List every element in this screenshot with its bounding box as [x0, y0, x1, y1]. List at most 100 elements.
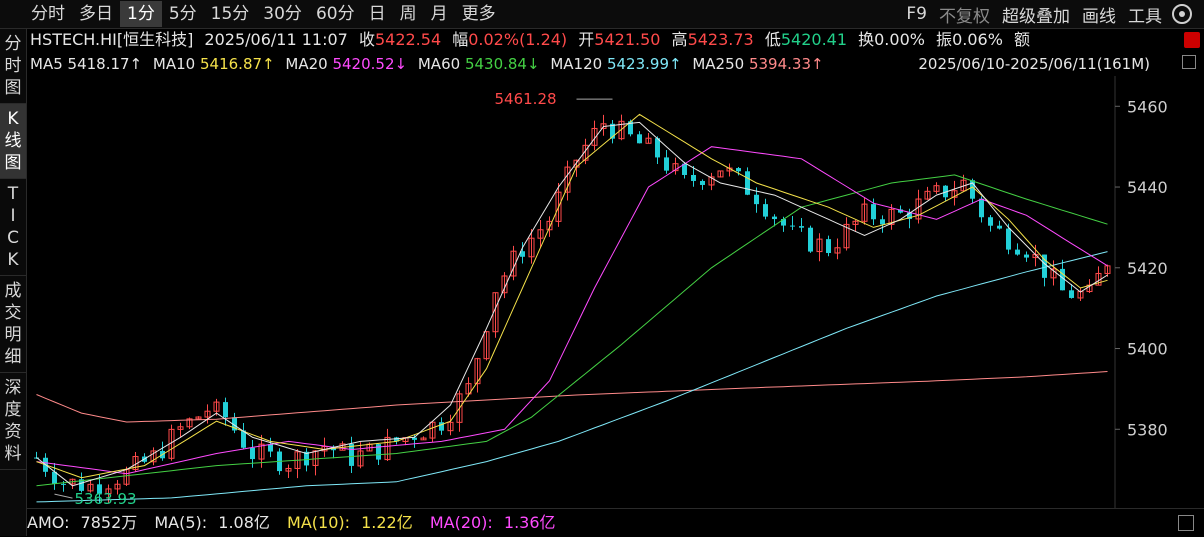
- low-label: 低: [764, 30, 781, 49]
- toolbar-right-item-3[interactable]: 画线: [1076, 2, 1122, 27]
- swing-label: 振: [936, 30, 953, 49]
- ma60-label: MA60: [417, 55, 461, 73]
- period-tab-0[interactable]: 分时: [24, 1, 72, 27]
- symbol-name: HSTECH.HI[恒生科技]: [30, 30, 194, 49]
- sidebar-item-0[interactable]: 分时图: [0, 29, 26, 104]
- kline-chart[interactable]: 5460 5440 5420 5400 5380 5461.28 5363.93: [27, 76, 1204, 508]
- amp-label: 幅: [452, 30, 469, 49]
- swing-value: 0.06%: [952, 30, 1003, 49]
- toolbar-right-item-1[interactable]: 不复权: [933, 2, 996, 27]
- min-marker-line: [54, 493, 73, 499]
- ma10-value: 5416.87↑: [200, 55, 275, 73]
- amo-ma10: MA(10): 1.22亿: [287, 513, 413, 532]
- open-label: 开: [578, 30, 595, 49]
- candle-body: [799, 226, 804, 228]
- candle-body: [988, 217, 993, 226]
- y-tick-label: 5460: [1127, 97, 1168, 116]
- amo-expand-icon[interactable]: [1178, 515, 1194, 531]
- candle-body: [637, 134, 642, 144]
- close-value: 5422.54: [374, 30, 442, 49]
- ma120-label: MA120: [550, 55, 603, 73]
- candle-body: [1024, 254, 1029, 258]
- period-tab-10[interactable]: 更多: [455, 1, 503, 27]
- candle-body: [1069, 290, 1074, 298]
- period-tab-5[interactable]: 30分: [256, 1, 309, 27]
- period-tab-7[interactable]: 日: [362, 1, 393, 27]
- date-range: 2025/06/10-2025/06/11(161M): [918, 55, 1150, 73]
- period-tab-4[interactable]: 15分: [204, 1, 257, 27]
- ma60-value: 5430.84↓: [464, 55, 540, 73]
- candle-body: [808, 227, 813, 252]
- candle-body: [250, 447, 255, 460]
- candle-body: [871, 204, 876, 220]
- quote-header: HSTECH.HI[恒生科技] 2025/06/11 11:07 收5422.5…: [30, 29, 1204, 51]
- max-price-label: 5461.28: [495, 90, 557, 108]
- candle-body: [412, 437, 417, 440]
- period-tab-3[interactable]: 5分: [162, 1, 204, 27]
- ma20-label: MA20: [285, 55, 328, 73]
- toolbar-right-item-4[interactable]: 工具: [1122, 2, 1168, 27]
- candle-body: [763, 204, 768, 217]
- candle-body: [826, 239, 831, 254]
- y-tick-label: 5420: [1127, 259, 1168, 278]
- amo-ma20: MA(20): 1.36亿: [429, 513, 556, 532]
- amo-label: AMO: 7852万: [27, 513, 138, 532]
- open-value: 5421.50: [594, 30, 661, 49]
- ma120-value: 5423.99↑: [606, 55, 682, 73]
- sidebar-item-3[interactable]: 成交明细: [0, 276, 26, 373]
- period-tab-1[interactable]: 多日: [72, 1, 120, 27]
- close-label: 收: [358, 30, 375, 49]
- ma5-label: MA5: [30, 55, 63, 73]
- min-price-label: 5363.93: [75, 490, 137, 508]
- kline-svg[interactable]: 5460 5440 5420 5400 5380 5461.28 5363.93: [27, 76, 1204, 508]
- high-value: 5423.73: [687, 30, 754, 49]
- ma120-line: [36, 251, 1108, 503]
- ma250-value: 5394.33↑: [748, 55, 824, 73]
- amp-value: 0.02%(1.24): [468, 30, 568, 49]
- period-toolbar: 分时 多日 1分 5分 15分 30分 60分日周月更多 F9 不复权 超级叠加 画线 工具: [0, 0, 1204, 29]
- y-tick-label: 5380: [1127, 420, 1168, 439]
- header-badge-icon[interactable]: [1184, 32, 1200, 48]
- period-tabs: 分时 多日 1分 5分 15分 30分 60分日周月更多: [24, 0, 503, 28]
- candle-body: [691, 174, 696, 181]
- y-tick-label: 5440: [1127, 178, 1168, 197]
- expand-icon[interactable]: [1182, 55, 1196, 69]
- ma10-label: MA10: [152, 55, 196, 73]
- candle-body: [745, 171, 750, 195]
- candle-body: [790, 225, 795, 227]
- amount-label: 额: [1013, 30, 1030, 49]
- candle-body: [61, 483, 66, 485]
- candle-body: [223, 402, 228, 418]
- ma250-line: [36, 371, 1108, 423]
- ma5-value: 5418.17↑: [67, 55, 143, 73]
- y-tick-label: 5400: [1127, 340, 1168, 359]
- period-tab-2[interactable]: 1分: [120, 1, 162, 27]
- toolbar-right-item-2[interactable]: 超级叠加: [996, 2, 1076, 27]
- candle-body: [664, 157, 669, 171]
- candle-body: [1015, 249, 1020, 255]
- settings-gear-icon[interactable]: [1172, 4, 1192, 24]
- turnover-value: 0.00%: [874, 30, 925, 49]
- low-value: 5420.41: [780, 30, 848, 49]
- quote-datetime: 2025/06/11 11:07: [204, 30, 348, 49]
- period-tab-9[interactable]: 月: [424, 1, 455, 27]
- sidebar-item-2[interactable]: TICK: [0, 179, 26, 276]
- period-tab-8[interactable]: 周: [393, 1, 424, 27]
- ma60-line: [36, 174, 1108, 487]
- sidebar-item-1[interactable]: K线图: [0, 104, 26, 179]
- ma250-label: MA250: [692, 55, 745, 73]
- candle-body: [268, 444, 273, 452]
- sidebar-item-4[interactable]: 深度资料: [0, 373, 26, 470]
- candle-body: [1006, 228, 1011, 250]
- candle-body: [979, 198, 984, 218]
- period-tab-6[interactable]: 60分: [309, 1, 362, 27]
- candle-body: [349, 443, 354, 466]
- candle-body: [700, 180, 705, 185]
- turnover-label: 换: [858, 30, 875, 49]
- candle-body: [655, 138, 660, 158]
- amo-ma5: MA(5): 1.08亿: [154, 513, 270, 532]
- ma20-value: 5420.52↓: [332, 55, 408, 73]
- amo-bar: AMO: 7852万 MA(5): 1.08亿 MA(10): 1.22亿 MA…: [27, 508, 1204, 537]
- toolbar-right-item-0[interactable]: F9: [900, 4, 933, 24]
- left-sidebar: 分时图K线图TICK成交明细深度资料: [0, 29, 27, 536]
